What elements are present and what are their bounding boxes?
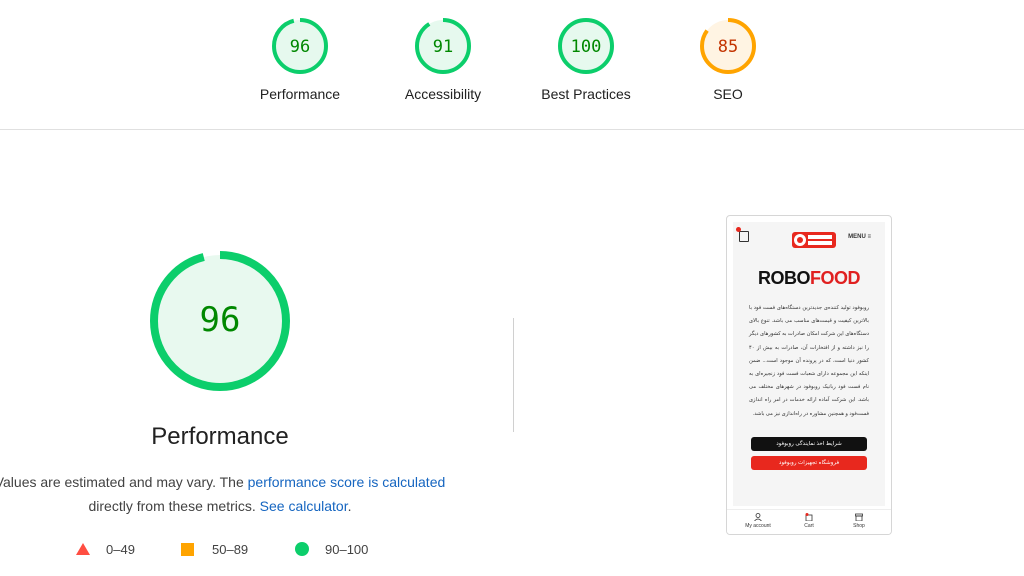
performance-gauge: 96	[146, 247, 294, 395]
brand-robo: ROBO	[758, 268, 811, 288]
gauge-ring: 96	[272, 18, 328, 74]
summary-gauge-performance[interactable]: 96 Performance	[230, 16, 370, 116]
menu-button: MENU ≡	[848, 234, 871, 240]
brand-wordmark: ROBOFOOD	[733, 268, 885, 289]
store-icon	[855, 513, 863, 522]
screenshot-content: MENU ≡ ROBOFOOD روبوفود تولید کننده‌ی جد…	[733, 222, 885, 506]
gauge-label: Performance	[259, 86, 341, 102]
nav-my-account: My account	[743, 513, 773, 529]
header-divider	[0, 129, 1024, 130]
performance-score: 96	[200, 300, 241, 340]
section-divider	[513, 318, 514, 432]
nav-shop: Shop	[844, 513, 874, 529]
cart-badge-icon	[736, 227, 741, 232]
about-paragraph: روبوفود تولید کننده‌ی جدیدترین دستگاه‌ها…	[749, 305, 869, 417]
performance-title: Performance	[151, 423, 289, 450]
legend-range: 0–49	[106, 541, 135, 557]
nav-cart: Cart	[794, 513, 824, 529]
summary-gauge-best-practices[interactable]: 100 Best Practices	[516, 16, 656, 116]
bag-icon	[805, 513, 813, 522]
legend-pass: 90–100	[295, 540, 368, 558]
gauge-score: 96	[290, 37, 310, 57]
gauge-label: Best Practices	[541, 86, 631, 102]
desc-text: Values are estimated and may vary. The	[0, 474, 248, 490]
summary-gauge-seo[interactable]: 85 SEO	[658, 16, 798, 116]
nav-label: Shop	[853, 523, 865, 529]
gauge-ring: 100	[558, 18, 614, 74]
bag-icon	[739, 231, 749, 242]
summary-gauge-accessibility[interactable]: 91 Accessibility	[373, 16, 513, 116]
dealership-button: شرایط اخذ نمایندگی روبوفود	[751, 437, 867, 451]
triangle-icon	[76, 543, 90, 555]
desc-text: directly from these metrics.	[88, 498, 260, 514]
user-icon	[754, 513, 762, 522]
gauge-score: 85	[718, 37, 738, 57]
legend-average: 50–89	[181, 540, 248, 558]
bottom-nav: My account Cart Shop	[727, 509, 891, 534]
gauge-label: Accessibility	[404, 86, 482, 102]
nav-label: Cart	[804, 523, 814, 529]
store-button: فروشگاه تجهیزات روبوفود	[751, 456, 867, 470]
circle-icon	[295, 542, 309, 556]
legend-range: 90–100	[325, 541, 369, 557]
robofood-logo	[792, 230, 836, 250]
square-icon	[181, 542, 194, 556]
performance-description: Values are estimated and may vary. The p…	[0, 470, 470, 518]
final-screenshot[interactable]: MENU ≡ ROBOFOOD روبوفود تولید کننده‌ی جد…	[726, 215, 892, 535]
brand-food: FOOD	[810, 268, 861, 288]
performance-gauge-ring: 96	[150, 251, 290, 391]
gauge-ring: 85	[700, 18, 756, 74]
gauge-ring: 91	[415, 18, 471, 74]
nav-label: My account	[745, 523, 771, 529]
gauge-label: SEO	[713, 86, 743, 102]
gauge-score: 100	[571, 37, 602, 57]
see-calculator-link[interactable]: See calculator	[260, 498, 348, 514]
legend-fail: 0–49	[76, 540, 135, 558]
score-calculated-link[interactable]: performance score is calculated	[248, 474, 446, 490]
legend-range: 50–89	[212, 541, 249, 557]
desc-text: .	[347, 498, 352, 514]
gauge-score: 91	[433, 37, 453, 57]
